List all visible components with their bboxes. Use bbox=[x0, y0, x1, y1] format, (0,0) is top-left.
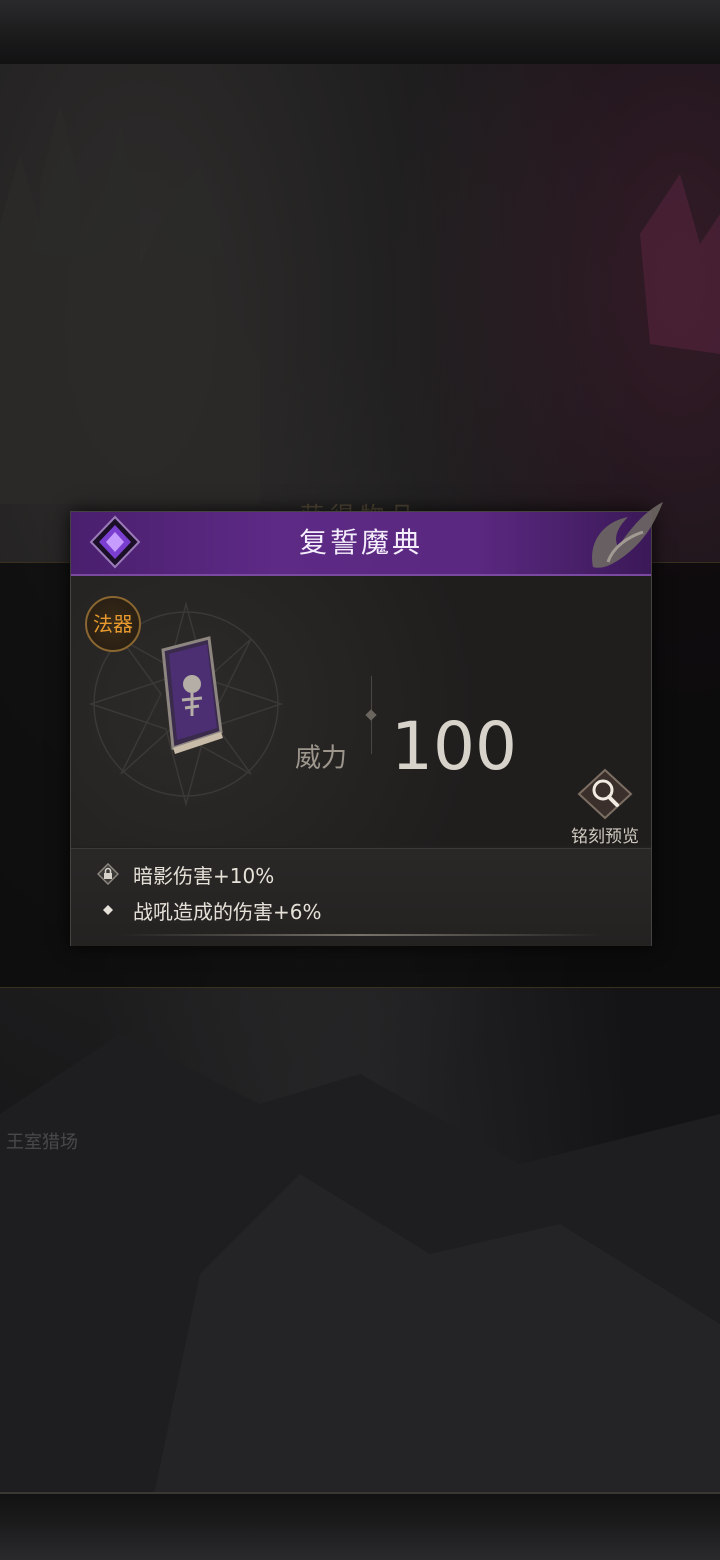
effect-row: 暗影伤害+10% bbox=[97, 859, 274, 889]
effect-text: 战吼造成的伤害+6% bbox=[133, 899, 322, 924]
stat-value: 100 bbox=[391, 708, 517, 785]
engraving-preview-button[interactable]: 铭刻预览 bbox=[565, 768, 645, 847]
item-details: 法器 威力 100 铭刻预览 bbox=[71, 576, 651, 847]
top-frame bbox=[0, 0, 720, 66]
item-type-badge: 法器 bbox=[85, 596, 141, 652]
corner-ornament-icon bbox=[592, 502, 663, 568]
item-header: 复誓魔典 bbox=[71, 502, 663, 576]
effect-text: 暗影伤害+10% bbox=[133, 863, 275, 888]
item-tooltip-card: 复誓魔典 法器 威力 100 铭刻预览 暗影伤害+10% 战吼造成的伤害+6% bbox=[70, 502, 663, 946]
effects-divider bbox=[119, 934, 603, 936]
grimoire-icon bbox=[161, 636, 223, 754]
diamond-bullet-icon bbox=[97, 899, 119, 921]
stat-divider bbox=[371, 676, 372, 754]
background-location-label: 王室猎场 bbox=[6, 1132, 78, 1153]
bottom-frame bbox=[0, 1492, 720, 1560]
mountain-silhouette bbox=[0, 1034, 720, 1514]
stat-label: 威力 bbox=[295, 743, 348, 774]
effect-row: 战吼造成的伤害+6% bbox=[97, 895, 322, 925]
item-name: 复誓魔典 bbox=[298, 526, 423, 559]
engraving-preview-label: 铭刻预览 bbox=[571, 827, 639, 847]
effects-list: 暗影伤害+10% 战吼造成的伤害+6% bbox=[71, 848, 651, 946]
magnifier-icon bbox=[577, 768, 633, 820]
lock-icon bbox=[97, 863, 119, 885]
